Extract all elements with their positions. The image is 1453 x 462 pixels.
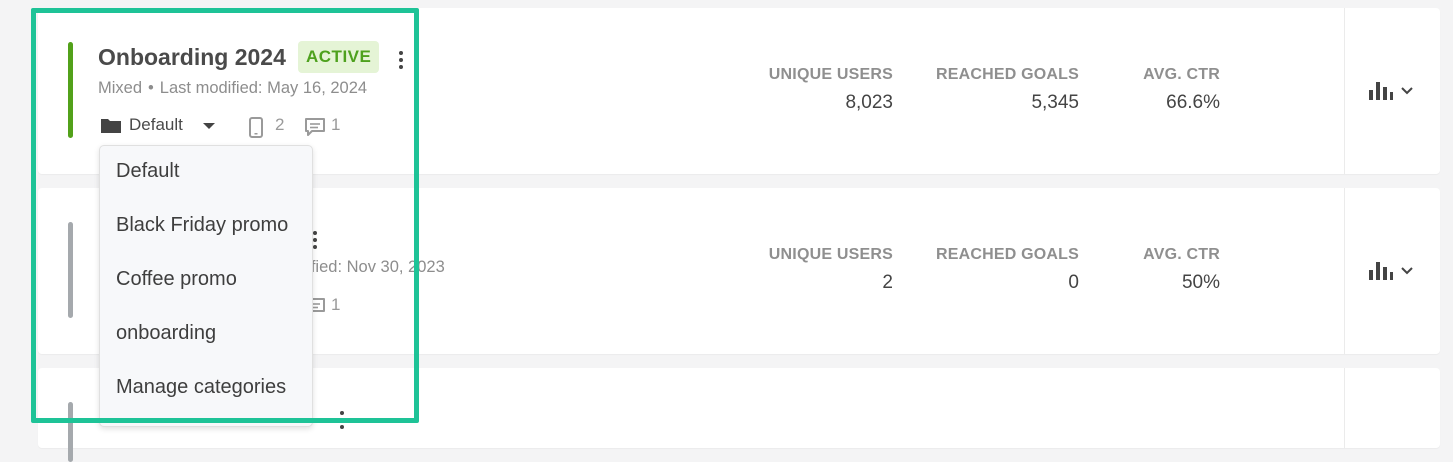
bar-chart-icon xyxy=(1369,262,1393,280)
bar-chart-icon xyxy=(1369,82,1393,100)
meta-separator: • xyxy=(148,79,154,97)
stat-reached-goals: REACHED GOALS 0 xyxy=(909,246,1079,294)
card-divider xyxy=(1344,188,1345,354)
stat-label: UNIQUE USERS xyxy=(768,66,893,83)
stat-avg-ctr: AVG. CTR 50% xyxy=(1100,246,1220,294)
stat-label: REACHED GOALS xyxy=(935,66,1079,83)
status-badge: ACTIVE xyxy=(298,41,380,73)
last-modified: Last modified: May 16, 2024 xyxy=(159,79,368,97)
stat-value: 5,345 xyxy=(1031,92,1079,113)
dropdown-option-onboarding[interactable]: onboarding xyxy=(116,313,216,353)
stat-unique-users: UNIQUE USERS 2 xyxy=(743,246,893,294)
dropdown-option-manage-categories[interactable]: Manage categories xyxy=(116,367,286,407)
kebab-menu-icon[interactable] xyxy=(332,408,352,434)
stat-value: 0 xyxy=(1068,272,1079,293)
chevron-down-icon xyxy=(1401,267,1413,275)
stat-unique-users: UNIQUE USERS 8,023 xyxy=(743,66,893,114)
status-indicator-bar xyxy=(68,402,73,462)
message-icon xyxy=(305,118,325,136)
stat-label: UNIQUE USERS xyxy=(768,246,893,263)
kebab-menu-icon[interactable] xyxy=(391,48,411,74)
campaign-type: Mixed xyxy=(98,79,143,97)
mobile-screen-icon xyxy=(249,117,263,138)
card-divider xyxy=(1344,368,1345,448)
campaign-meta: Mixed • Last modified: May 16, 2024 xyxy=(98,79,367,98)
stat-label: AVG. CTR xyxy=(1143,246,1220,263)
stat-avg-ctr: AVG. CTR 66.6% xyxy=(1100,66,1220,114)
status-indicator-bar xyxy=(68,42,73,138)
category-dropdown-menu: Default Black Friday promo Coffee promo … xyxy=(99,145,313,427)
analytics-toggle-button[interactable] xyxy=(1368,78,1420,106)
stat-label: REACHED GOALS xyxy=(935,246,1079,263)
last-modified: dified: Nov 30, 2023 xyxy=(298,258,445,276)
chevron-down-icon[interactable] xyxy=(203,123,215,129)
status-indicator-bar xyxy=(68,222,73,318)
analytics-toggle-button[interactable] xyxy=(1368,258,1420,286)
stat-value: 66.6% xyxy=(1166,92,1220,113)
dropdown-option-coffee-promo[interactable]: Coffee promo xyxy=(116,259,237,299)
stat-value: 8,023 xyxy=(845,92,893,113)
dropdown-option-black-friday-promo[interactable]: Black Friday promo xyxy=(116,205,288,245)
messages-count: 1 xyxy=(331,115,341,134)
dropdown-option-default[interactable]: Default xyxy=(116,151,179,191)
stat-value: 50% xyxy=(1181,272,1220,293)
card-divider xyxy=(1344,8,1345,174)
category-label: Default xyxy=(129,115,183,134)
stat-label: AVG. CTR xyxy=(1143,66,1220,83)
stat-value: 2 xyxy=(882,272,893,293)
screens-count: 2 xyxy=(275,115,285,134)
campaign-title[interactable]: Onboarding 2024 xyxy=(98,44,286,71)
folder-icon xyxy=(101,119,121,133)
chevron-down-icon xyxy=(1401,87,1413,95)
stat-reached-goals: REACHED GOALS 5,345 xyxy=(909,66,1079,114)
messages-count: 1 xyxy=(331,295,341,314)
